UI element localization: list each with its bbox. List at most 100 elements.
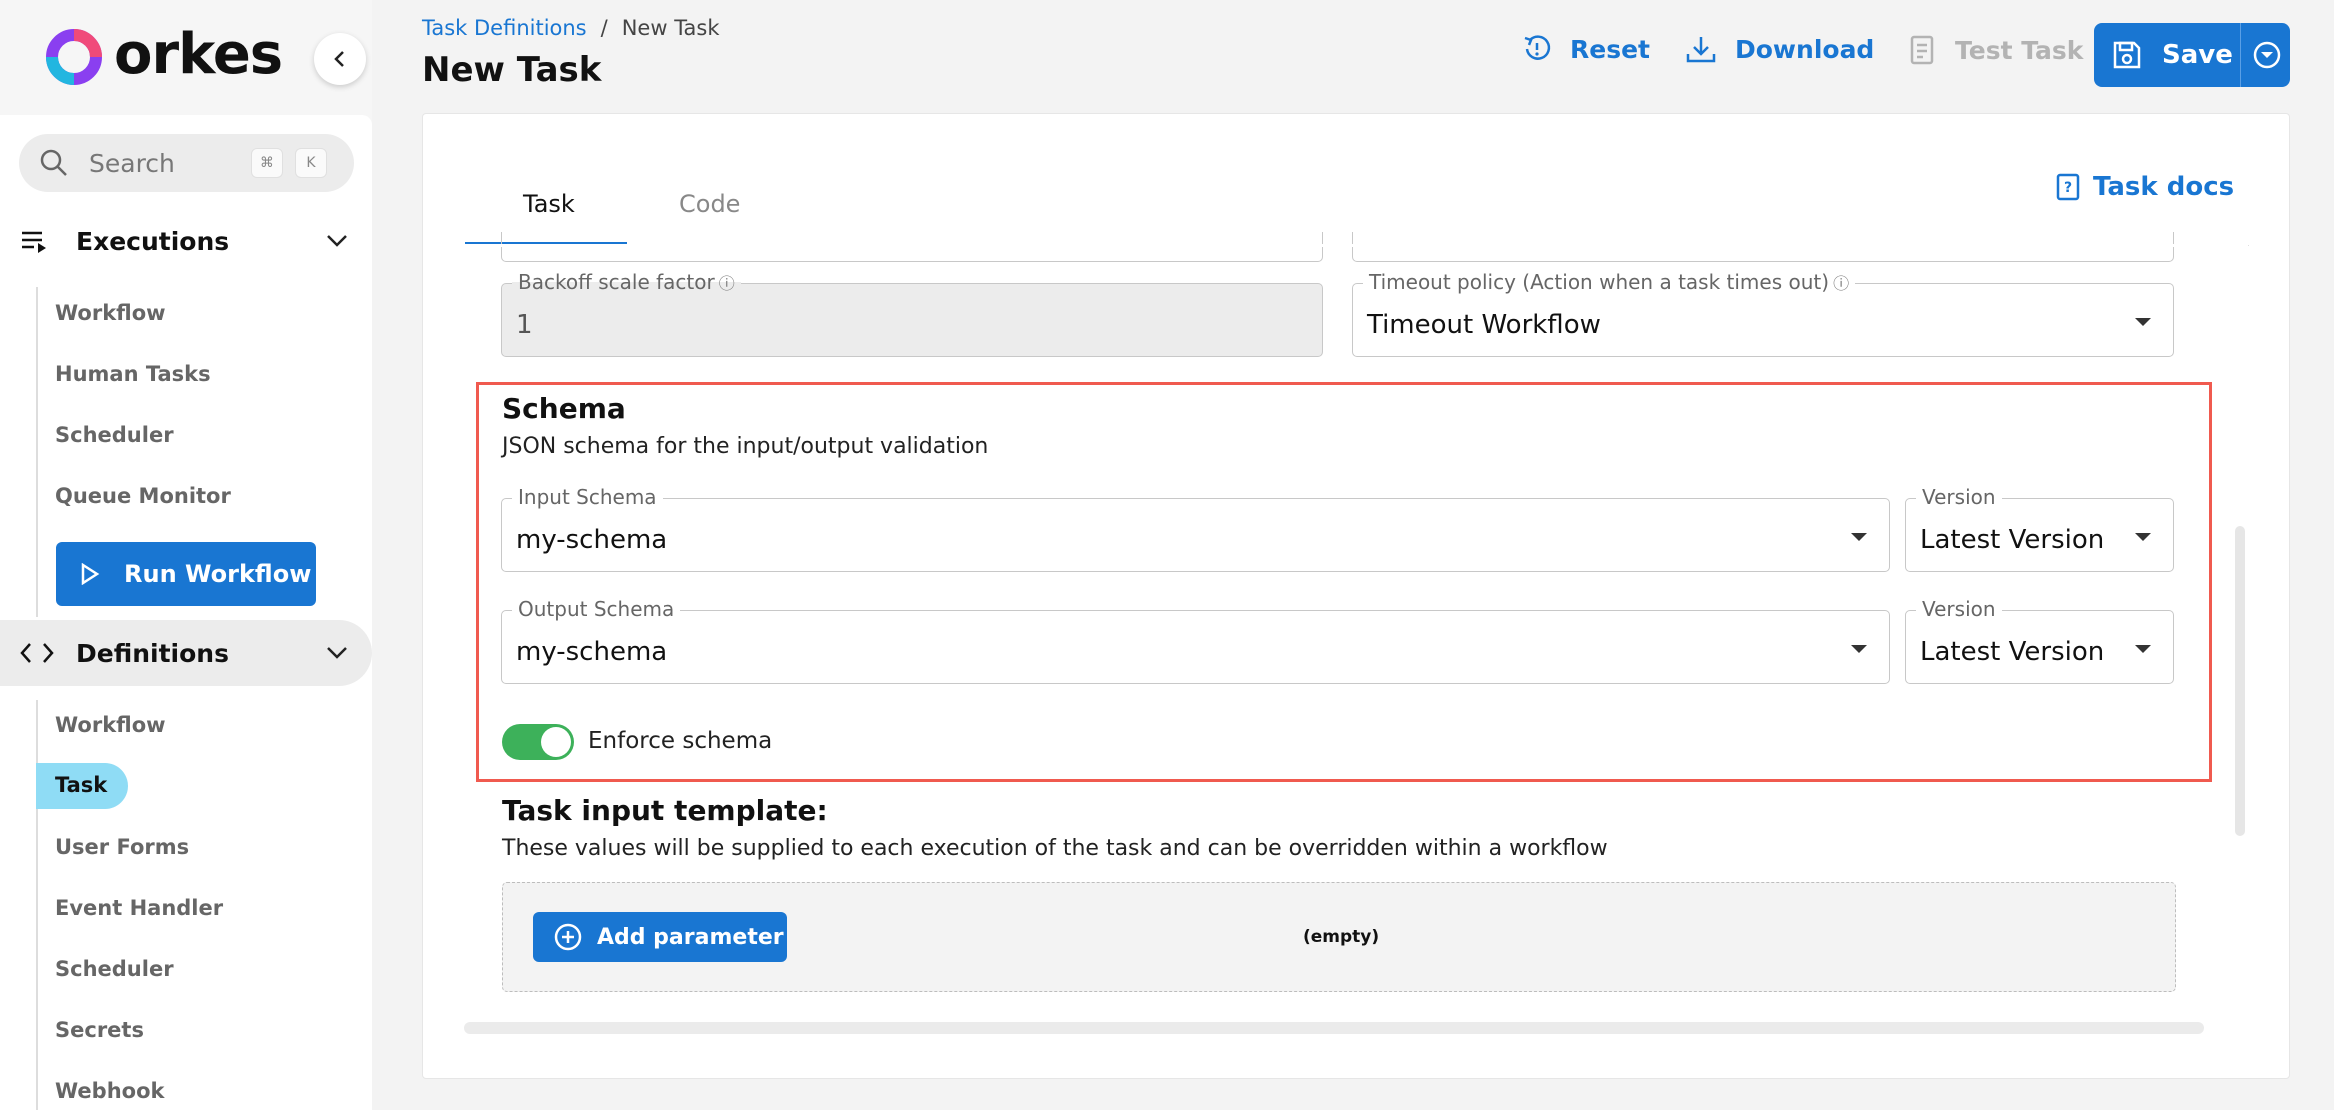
- sidebar-item-task[interactable]: Task: [55, 773, 107, 797]
- breadcrumb-task-definitions-link[interactable]: Task Definitions: [422, 16, 587, 40]
- sidebar-item-user-forms[interactable]: User Forms: [55, 835, 189, 859]
- empty-parameters-label: (empty): [1303, 927, 1380, 947]
- caret-down-icon: [2135, 533, 2151, 541]
- add-parameter-label: Add parameter: [597, 924, 784, 950]
- info-icon: ⓘ: [1833, 274, 1850, 293]
- reset-icon: [1524, 35, 1551, 60]
- vertical-scrollbar[interactable]: [2235, 526, 2245, 836]
- task-docs-link[interactable]: ? Task docs: [2055, 172, 2234, 202]
- definitions-label: Definitions: [76, 638, 229, 668]
- sidebar-item-event-handler[interactable]: Event Handler: [55, 896, 223, 920]
- play-icon: [81, 563, 100, 585]
- tab-spacer: [464, 244, 2248, 247]
- input-schema-label: Input Schema: [512, 485, 663, 509]
- backoff-scale-factor-value: 1: [516, 310, 533, 340]
- save-divider: [2240, 23, 2241, 87]
- kbd-command: ⌘: [251, 148, 283, 178]
- breadcrumb: Task Definitions / New Task: [422, 16, 720, 40]
- output-schema-label: Output Schema: [512, 597, 681, 621]
- caret-down-icon: [1851, 533, 1867, 541]
- task-input-template-subtitle: These values will be supplied to each ex…: [502, 836, 1608, 861]
- search-input[interactable]: Search ⌘ K: [19, 134, 354, 192]
- info-icon: ⓘ: [718, 274, 735, 293]
- breadcrumb-current: New Task: [621, 16, 720, 40]
- add-parameter-button[interactable]: Add parameter: [533, 912, 787, 962]
- download-icon: [1686, 37, 1716, 63]
- chevron-down-icon: [327, 647, 347, 659]
- chevron-down-circle-icon: [2253, 41, 2281, 69]
- save-options-button[interactable]: [2252, 40, 2282, 70]
- page-title: New Task: [422, 50, 602, 90]
- previous-field-bottom: [1352, 232, 2174, 262]
- sidebar-item-secrets[interactable]: Secrets: [55, 1018, 144, 1042]
- input-schema-select[interactable]: Input Schema my-schema: [501, 485, 1890, 572]
- input-schema-value: my-schema: [516, 525, 668, 555]
- executions-icon: [22, 231, 46, 253]
- svg-text:?: ?: [2064, 180, 2072, 196]
- output-schema-value: my-schema: [516, 637, 668, 667]
- input-version-value: Latest Version: [1920, 525, 2105, 555]
- timeout-policy-legend: Timeout policy (Action when a task times…: [1363, 270, 1856, 294]
- test-task-button[interactable]: Test Task: [1909, 34, 2083, 66]
- test-task-icon: [1910, 35, 1934, 65]
- sidebar-item-definitions-scheduler[interactable]: Scheduler: [55, 957, 174, 981]
- enforce-schema-label: Enforce schema: [588, 728, 773, 754]
- timeout-policy-value: Timeout Workflow: [1367, 310, 1601, 340]
- sidebar-item-definitions-workflow[interactable]: Workflow: [55, 713, 166, 737]
- collapse-sidebar-button[interactable]: [314, 33, 366, 85]
- output-version-select[interactable]: Version Latest Version: [1905, 597, 2174, 684]
- save-icon: [2113, 41, 2141, 69]
- run-workflow-button[interactable]: Run Workflow: [56, 542, 316, 606]
- output-version-label: Version: [1916, 597, 2002, 621]
- task-input-template-title: Task input template:: [502, 794, 828, 827]
- executions-label: Executions: [76, 226, 230, 256]
- search-placeholder: Search: [89, 148, 175, 178]
- output-schema-select[interactable]: Output Schema my-schema: [501, 597, 1890, 684]
- backoff-scale-factor-field: Backoff scale factor ⓘ 1: [501, 270, 1323, 357]
- kbd-k: K: [295, 148, 327, 178]
- timeout-policy-select[interactable]: Timeout policy (Action when a task times…: [1352, 270, 2174, 357]
- download-label: Download: [1735, 34, 1875, 64]
- chevron-down-icon: [327, 235, 347, 247]
- reset-button[interactable]: Reset: [1522, 34, 1650, 64]
- tab-task[interactable]: Task: [523, 190, 575, 218]
- caret-down-icon: [2135, 318, 2151, 326]
- save-label: Save: [2162, 40, 2233, 70]
- executions-tree-line: [36, 287, 38, 617]
- tab-code[interactable]: Code: [679, 190, 740, 218]
- definitions-section-header[interactable]: Definitions: [0, 620, 372, 686]
- sidebar-item-executions-scheduler[interactable]: Scheduler: [55, 423, 174, 447]
- plus-circle-icon: [554, 923, 582, 951]
- horizontal-scrollbar[interactable]: [464, 1022, 2204, 1034]
- previous-field-bottom: [501, 232, 1323, 262]
- parameters-box: Add parameter (empty): [502, 882, 2176, 992]
- reset-label: Reset: [1570, 34, 1650, 64]
- download-button[interactable]: Download: [1685, 34, 1874, 64]
- caret-down-icon: [1851, 645, 1867, 653]
- test-task-label: Test Task: [1955, 35, 2084, 65]
- sidebar-item-human-tasks[interactable]: Human Tasks: [55, 362, 211, 386]
- breadcrumb-separator: /: [600, 16, 608, 40]
- run-workflow-label: Run Workflow: [124, 560, 312, 588]
- caret-down-icon: [2135, 645, 2151, 653]
- enforce-schema-toggle[interactable]: [502, 724, 574, 760]
- book-help-icon: ?: [2056, 173, 2080, 201]
- timeout-policy-label: Timeout policy (Action when a task times…: [1369, 270, 1830, 294]
- search-icon: [40, 149, 67, 176]
- input-version-label: Version: [1916, 485, 2002, 509]
- sidebar: orkes Search ⌘ K Executions Workflow Hum…: [0, 0, 372, 1110]
- sidebar-item-webhook[interactable]: Webhook: [55, 1079, 164, 1103]
- executions-section-header[interactable]: Executions: [0, 208, 372, 274]
- toggle-knob: [541, 727, 571, 757]
- sidebar-item-queue-monitor[interactable]: Queue Monitor: [55, 484, 231, 508]
- schema-title: Schema: [502, 392, 626, 425]
- output-version-value: Latest Version: [1920, 637, 2105, 667]
- sidebar-item-executions-workflow[interactable]: Workflow: [55, 301, 166, 325]
- backoff-scale-factor-legend: Backoff scale factor ⓘ: [512, 270, 741, 294]
- definitions-tree-line: [36, 700, 38, 1110]
- input-version-select[interactable]: Version Latest Version: [1905, 485, 2174, 572]
- code-icon: [20, 643, 54, 663]
- logo-text: orkes: [114, 22, 283, 87]
- task-docs-label: Task docs: [2093, 172, 2235, 202]
- orkes-logo[interactable]: orkes: [44, 22, 283, 87]
